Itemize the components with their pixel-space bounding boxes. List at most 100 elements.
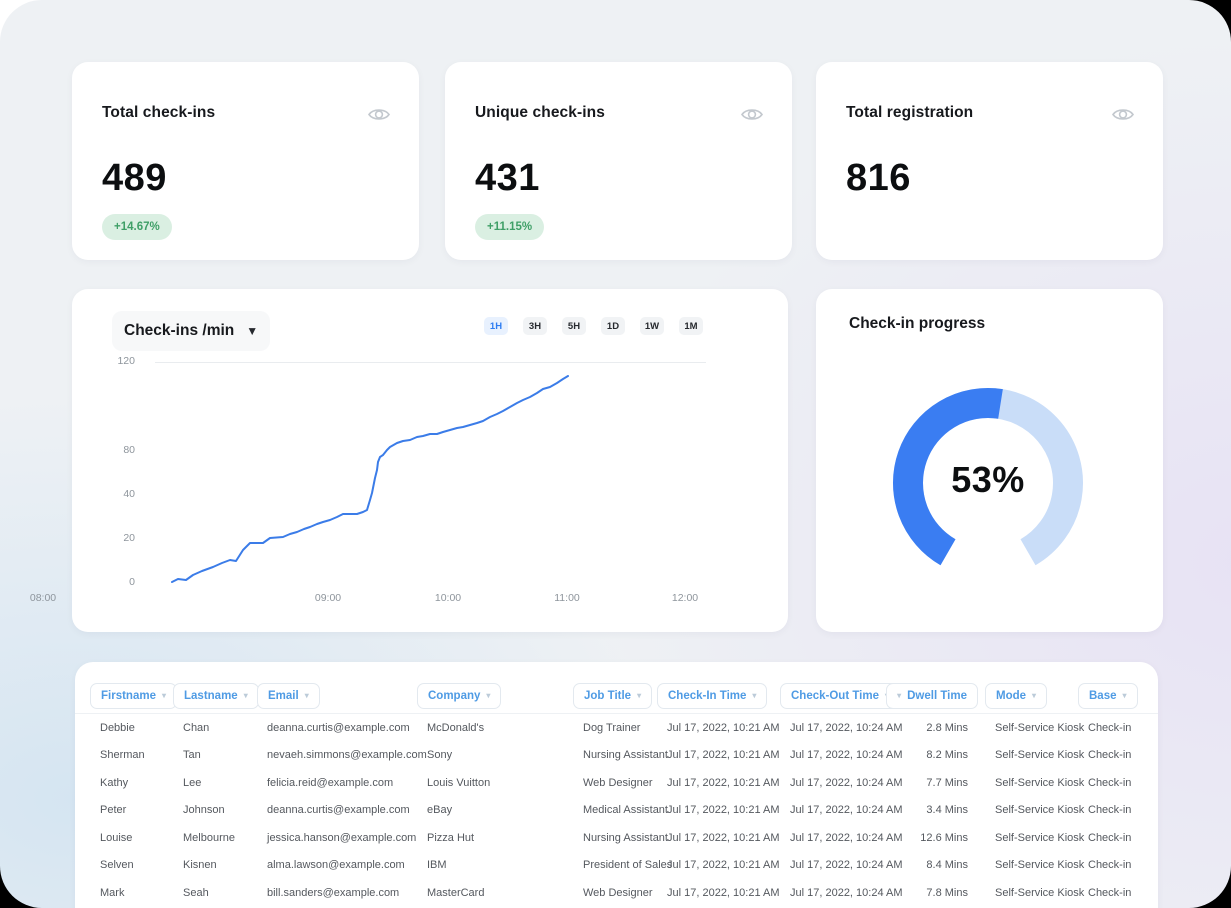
chevron-down-icon: ▾: [637, 692, 641, 700]
cell-checkin-time: Jul 17, 2022, 10:21 AM: [667, 722, 790, 734]
cell-lastname: Lee: [183, 777, 267, 789]
cell-checkout-time: Jul 17, 2022, 10:24 AM: [790, 832, 915, 844]
checkin-progress-card: Check-in progress 53%: [816, 289, 1163, 632]
cell-firstname: Louise: [100, 832, 183, 844]
column-header-email[interactable]: Email ▾: [257, 683, 320, 709]
cell-email: deanna.curtis@example.com: [267, 804, 427, 816]
column-label: Mode: [996, 690, 1026, 702]
card-title: Total check-ins: [102, 104, 215, 122]
cell-jobtitle: President of Sales: [583, 859, 667, 871]
column-header-jobtitle[interactable]: Job Title ▾: [573, 683, 652, 709]
cell-mode: Self-Service Kiosk: [995, 749, 1088, 761]
cell-jobtitle: Medical Assistant: [583, 804, 667, 816]
cell-checkout-time: Jul 17, 2022, 10:24 AM: [790, 777, 915, 789]
checkins-line-chart: [72, 289, 788, 632]
table-row[interactable]: Louise Melbourne jessica.hanson@example.…: [75, 824, 1158, 852]
card-title: Unique check-ins: [475, 104, 605, 122]
column-header-base[interactable]: Base▾: [1078, 683, 1138, 709]
cell-mode: Self-Service Kiosk: [995, 859, 1088, 871]
cell-lastname: Johnson: [183, 804, 267, 816]
column-label: Dwell Time: [907, 690, 967, 702]
table-row[interactable]: Sherman Tan nevaeh.simmons@example.com S…: [75, 742, 1158, 770]
cell-company: MasterCard: [427, 887, 583, 899]
eye-icon[interactable]: [1111, 106, 1135, 128]
cell-mode: Self-Service Kiosk: [995, 722, 1088, 734]
eye-icon[interactable]: [367, 106, 391, 128]
cell-firstname: Debbie: [100, 722, 183, 734]
delta-badge: +14.67%: [102, 214, 172, 240]
cell-dwell-time: 12.6 Mins: [915, 832, 995, 844]
table-header-row: Firstname ▾ Lastname ▾ Email ▾ Company ▾ Job…: [75, 683, 1183, 707]
column-header-firstname[interactable]: Firstname ▾: [90, 683, 177, 709]
chevron-down-icon: ▾: [486, 692, 490, 700]
column-label: Job Title: [584, 690, 631, 702]
chevron-down-icon: ▾: [305, 692, 309, 700]
column-label: Company: [428, 690, 480, 702]
column-label: Firstname: [101, 690, 156, 702]
cell-checkout-time: Jul 17, 2022, 10:24 AM: [790, 804, 915, 816]
cell-dwell-time: 8.4 Mins: [915, 859, 995, 871]
cell-lastname: Kisnen: [183, 859, 267, 871]
table-row[interactable]: Mark Seah bill.sanders@example.com Maste…: [75, 879, 1158, 907]
chevron-down-icon: ▾: [162, 692, 166, 700]
table-body: Debbie Chan deanna.curtis@example.com Mc…: [75, 713, 1158, 907]
column-header-mode[interactable]: Mode▾: [985, 683, 1047, 709]
total-checkins-card: Total check-ins 489 +14.67%: [72, 62, 419, 260]
table-row[interactable]: Debbie Chan deanna.curtis@example.com Mc…: [75, 714, 1158, 742]
cell-dwell-time: 7.7 Mins: [915, 777, 995, 789]
cell-base: Check-in: [1088, 722, 1158, 734]
unique-checkins-card: Unique check-ins 431 +11.15%: [445, 62, 792, 260]
cell-base: Check-in: [1088, 804, 1158, 816]
column-label: Check-In Time: [668, 690, 746, 702]
cell-lastname: Tan: [183, 749, 267, 761]
cell-checkout-time: Jul 17, 2022, 10:24 AM: [790, 749, 915, 761]
cell-company: eBay: [427, 804, 583, 816]
cell-checkin-time: Jul 17, 2022, 10:21 AM: [667, 887, 790, 899]
cell-base: Check-in: [1088, 777, 1158, 789]
column-label: Check-Out Time: [791, 690, 879, 702]
cell-dwell-time: 7.8 Mins: [915, 887, 995, 899]
cell-mode: Self-Service Kiosk: [995, 777, 1088, 789]
cell-dwell-time: 3.4 Mins: [915, 804, 995, 816]
column-header-dwell-time[interactable]: ▾Dwell Time: [886, 683, 978, 709]
eye-icon[interactable]: [740, 106, 764, 128]
cell-jobtitle: Dog Trainer: [583, 722, 667, 734]
cell-company: Pizza Hut: [427, 832, 583, 844]
cell-jobtitle: Web Designer: [583, 887, 667, 899]
cell-lastname: Chan: [183, 722, 267, 734]
column-header-checkin-time[interactable]: Check-In Time▾: [657, 683, 767, 709]
cell-base: Check-in: [1088, 859, 1158, 871]
cell-company: Louis Vuitton: [427, 777, 583, 789]
cell-mode: Self-Service Kiosk: [995, 804, 1088, 816]
cell-firstname: Selven: [100, 859, 183, 871]
column-label: Email: [268, 690, 299, 702]
progress-value: 53%: [928, 459, 1048, 501]
column-label: Lastname: [184, 690, 238, 702]
table-row[interactable]: Kathy Lee felicia.reid@example.com Louis…: [75, 769, 1158, 797]
cell-checkout-time: Jul 17, 2022, 10:24 AM: [790, 887, 915, 899]
cell-email: jessica.hanson@example.com: [267, 832, 427, 844]
x-tick-0800: 08:00: [21, 592, 65, 604]
cell-checkin-time: Jul 17, 2022, 10:21 AM: [667, 832, 790, 844]
cell-checkout-time: Jul 17, 2022, 10:24 AM: [790, 722, 915, 734]
column-header-lastname[interactable]: Lastname ▾: [173, 683, 259, 709]
column-header-checkout-time[interactable]: Check-Out Time▾: [780, 683, 900, 709]
table-row[interactable]: Peter Johnson deanna.curtis@example.com …: [75, 797, 1158, 825]
cell-jobtitle: Nursing Assistant: [583, 749, 667, 761]
checkins-line-series: [172, 376, 568, 582]
cell-firstname: Kathy: [100, 777, 183, 789]
cell-jobtitle: Nursing Assistant: [583, 832, 667, 844]
table-row[interactable]: Selven Kisnen alma.lawson@example.com IB…: [75, 852, 1158, 880]
checkins-table-card: Firstname ▾ Lastname ▾ Email ▾ Company ▾ Job…: [75, 662, 1158, 908]
stat-value: 431: [475, 157, 540, 200]
checkins-chart-card: Check-ins /min ▼ 1H 3H 5H 1D 1W 1M 120 8…: [72, 289, 788, 632]
cell-checkin-time: Jul 17, 2022, 10:21 AM: [667, 749, 790, 761]
column-label: Base: [1089, 690, 1117, 702]
cell-mode: Self-Service Kiosk: [995, 832, 1088, 844]
stat-value: 489: [102, 157, 167, 200]
cell-base: Check-in: [1088, 832, 1158, 844]
dashboard-page: Total check-ins 489 +14.67% Unique check…: [0, 0, 1231, 908]
cell-base: Check-in: [1088, 887, 1158, 899]
column-header-company[interactable]: Company ▾: [417, 683, 501, 709]
chevron-down-icon: ▾: [244, 692, 248, 700]
